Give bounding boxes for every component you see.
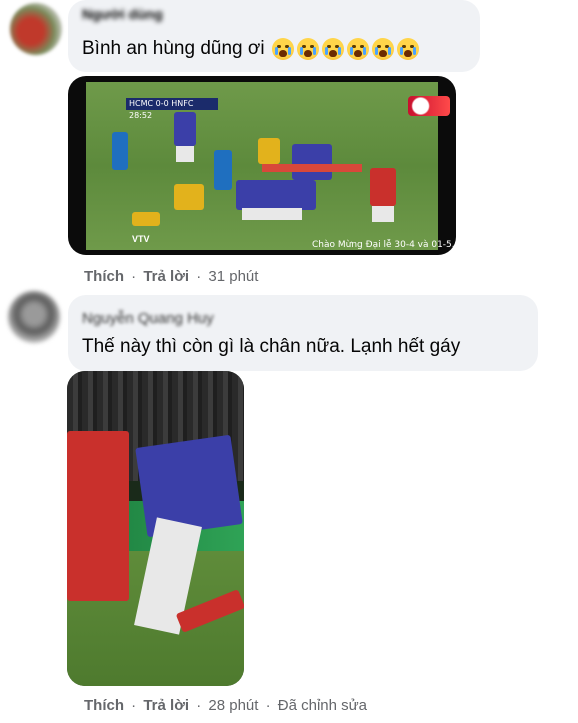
referee-figure [214,150,232,190]
player-shorts [372,206,394,222]
comment-bubble [68,295,538,371]
emoji-row [271,38,419,60]
comment-text-content: Bình an hùng dũng ơi [82,38,265,60]
like-link[interactable]: Thích [84,268,124,285]
reply-link[interactable]: Trả lời [143,697,189,714]
channel-logo [408,96,450,116]
stretcher [262,164,362,172]
players-group [236,180,316,210]
medical-bag [132,212,160,226]
loudly-crying-face-icon [396,38,419,60]
goalkeeper-figure [258,138,280,164]
player-figure [370,168,396,206]
player-figure [67,431,129,601]
player-figure [174,112,196,146]
referee-figure [112,132,128,170]
comment-photo-match[interactable]: HCMC 0-0 HNFC 28:52 VTV Chào Mừng Đại lễ… [68,76,456,255]
loudly-crying-face-icon [296,38,319,60]
football-pitch: HCMC 0-0 HNFC 28:52 VTV Chào Mừng Đại lễ… [86,82,456,250]
broadcaster-logo: VTV [132,234,150,244]
separator-dot: · [265,697,271,714]
comment-text: Thế này thì còn gì là chân nữa. Lạnh hết… [82,336,461,357]
loudly-crying-face-icon [321,38,344,60]
medic-figure [174,184,204,210]
comment-author[interactable]: Người dùng [82,6,163,22]
separator-dot: · [131,697,137,714]
player-figure [135,434,243,538]
broadcast-banner: Chào Mừng Đại lễ 30-4 và 01-5. Đăng [312,240,456,250]
comment-actions: Thích · Trả lời · 28 phút · Đã chỉnh sửa [84,697,367,714]
separator-dot: · [196,697,202,714]
like-link[interactable]: Thích [84,697,124,714]
player-figure [292,144,332,180]
player-shorts [176,146,194,162]
separator-dot: · [131,268,137,285]
separator-dot: · [196,268,202,285]
comment-text: Bình an hùng dũng ơi [82,38,419,60]
comment-timestamp[interactable]: 31 phút [208,268,258,285]
reply-link[interactable]: Trả lời [143,268,189,285]
comment-timestamp[interactable]: 28 phút [208,697,258,714]
avatar[interactable] [10,3,62,55]
avatar[interactable] [8,291,60,343]
scoreboard: HCMC 0-0 HNFC 28:52 [126,98,218,120]
loudly-crying-face-icon [346,38,369,60]
comment-author[interactable]: Nguyễn Quang Huy [82,310,214,327]
player-shorts [242,208,302,220]
edited-label[interactable]: Đã chỉnh sửa [278,697,367,714]
comment-photo-tackle[interactable] [67,371,244,686]
loudly-crying-face-icon [371,38,394,60]
loudly-crying-face-icon [271,38,294,60]
comment-actions: Thích · Trả lời · 31 phút [84,268,258,285]
